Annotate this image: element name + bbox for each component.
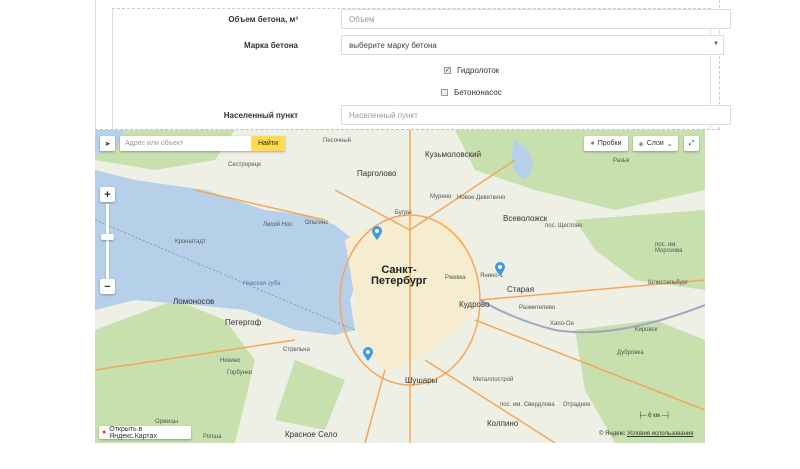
open-label: Открыть в Яндекс.Картах xyxy=(109,425,157,440)
map-label: Сестрорецк xyxy=(228,162,261,168)
geolocation-button[interactable]: ➤ xyxy=(100,136,115,151)
yandex-map[interactable]: Песочный Кузьмоловский Сестрорецк Паргол… xyxy=(95,130,705,443)
volume-label: Объем бетона, м³ xyxy=(228,15,298,24)
map-label: Красное Село xyxy=(285,430,338,439)
map-label: Ольгино xyxy=(305,220,329,226)
find-button[interactable]: Найти xyxy=(251,136,285,151)
grade-select[interactable]: выберите марку бетона ▼ xyxy=(341,35,724,55)
scale-bar: ├─ 6 км ─┤ xyxy=(638,413,671,419)
city-label-spb: Санкт- Петербург xyxy=(371,264,428,287)
traffic-icon: ● xyxy=(590,140,595,147)
map-label: Песочный xyxy=(323,138,352,144)
map-label: Хапо-Ое xyxy=(550,321,574,327)
map-label: Шушары xyxy=(405,376,438,385)
pump-label: Бетононасос xyxy=(454,88,502,97)
map-label: Невская губа xyxy=(243,281,281,287)
map-label: пос. им. Свердлова xyxy=(500,402,555,408)
map-label: Ломоносов xyxy=(173,297,215,306)
map-label: Петергоф xyxy=(225,318,262,327)
chevron-down-icon: ▼ xyxy=(713,41,719,47)
terms-link[interactable]: Условия использования xyxy=(627,431,694,437)
map-label: Стрельна xyxy=(283,347,310,353)
hydro-checkbox[interactable]: ✓ Гидролоток xyxy=(444,66,499,75)
checkbox-icon xyxy=(441,89,448,96)
map-label: Новое Девяткино xyxy=(457,195,506,201)
layers-icon: ◈ xyxy=(638,140,644,148)
layers-label: Слои xyxy=(646,140,664,147)
map-pin-icon[interactable] xyxy=(495,262,505,276)
map-label: Кудрово xyxy=(459,300,490,309)
map-label: Всеволожск xyxy=(503,214,548,223)
map-label: Металлострой xyxy=(473,377,514,383)
map-label: Бугры xyxy=(395,210,412,216)
map-label: Старая xyxy=(507,285,535,294)
map-label: Кировск xyxy=(635,327,658,333)
map-label: Кузьмоловский xyxy=(425,150,482,159)
map-label: Шлиссельбург xyxy=(648,280,688,286)
map-label: пос. Щеглово xyxy=(545,223,583,229)
copyright: © Яндекс Условия использования xyxy=(599,431,694,437)
map-label: Ржевка xyxy=(445,275,466,281)
checkbox-checked-icon: ✓ xyxy=(444,67,451,74)
copyright-text: © Яндекс xyxy=(599,431,626,437)
map-label: Низино xyxy=(220,358,241,364)
map-label: Лисий Нос xyxy=(263,222,293,228)
grade-select-value: выберите марку бетона xyxy=(349,41,437,50)
map-label: Колпино xyxy=(487,419,519,428)
location-arrow-icon: ➤ xyxy=(104,140,111,148)
map-label: Кронштадт xyxy=(175,239,206,245)
map-label: Парголово xyxy=(357,169,397,178)
grade-label: Марка бетона xyxy=(243,41,298,50)
map-label: Разметелево xyxy=(519,305,556,311)
map-label: Мурино xyxy=(430,194,452,200)
map-label: Горбунки xyxy=(227,370,253,376)
zoom-control: + − xyxy=(100,187,115,297)
form-inner: Объем бетона, м³ Объем Марка бетона выбе… xyxy=(112,8,731,129)
city-input[interactable]: Населенный пункт xyxy=(341,105,731,125)
traffic-label: Пробки xyxy=(597,140,622,147)
map-pin-icon: ● xyxy=(102,429,107,436)
volume-input[interactable]: Объем xyxy=(341,9,731,29)
zoom-slider-handle[interactable] xyxy=(101,234,114,240)
city-label: Населенный пункт xyxy=(223,111,298,120)
map-label: Дубровка xyxy=(617,350,644,356)
map-label: Разья xyxy=(613,158,630,164)
hydro-label: Гидролоток xyxy=(457,66,500,75)
map-label: Оржицы xyxy=(155,419,179,425)
scale-label: 6 км xyxy=(648,413,660,419)
zoom-in-button[interactable]: + xyxy=(100,187,115,202)
zoom-slider[interactable] xyxy=(106,204,109,282)
map-label: Отрадное xyxy=(563,402,591,408)
chevron-down-icon: ⌄ xyxy=(666,140,673,148)
order-form: Объем бетона, м³ Объем Марка бетона выбе… xyxy=(95,0,731,130)
traffic-button[interactable]: ● Пробки xyxy=(584,136,628,151)
zoom-out-button[interactable]: − xyxy=(100,279,115,294)
map-pin-icon[interactable] xyxy=(363,347,373,361)
expand-icon: ⤢ xyxy=(688,139,695,147)
layers-button[interactable]: ◈ Слои ⌄ xyxy=(633,136,678,151)
fullscreen-button[interactable]: ⤢ xyxy=(684,136,699,151)
map-label: Ропша xyxy=(203,434,222,440)
map-label: пос. им. Морозова xyxy=(655,242,683,254)
pump-checkbox[interactable]: Бетононасос xyxy=(441,88,502,97)
open-in-yandex-maps-link[interactable]: ● Открыть в Яндекс.Картах xyxy=(99,425,191,440)
map-pin-icon[interactable] xyxy=(372,226,382,240)
